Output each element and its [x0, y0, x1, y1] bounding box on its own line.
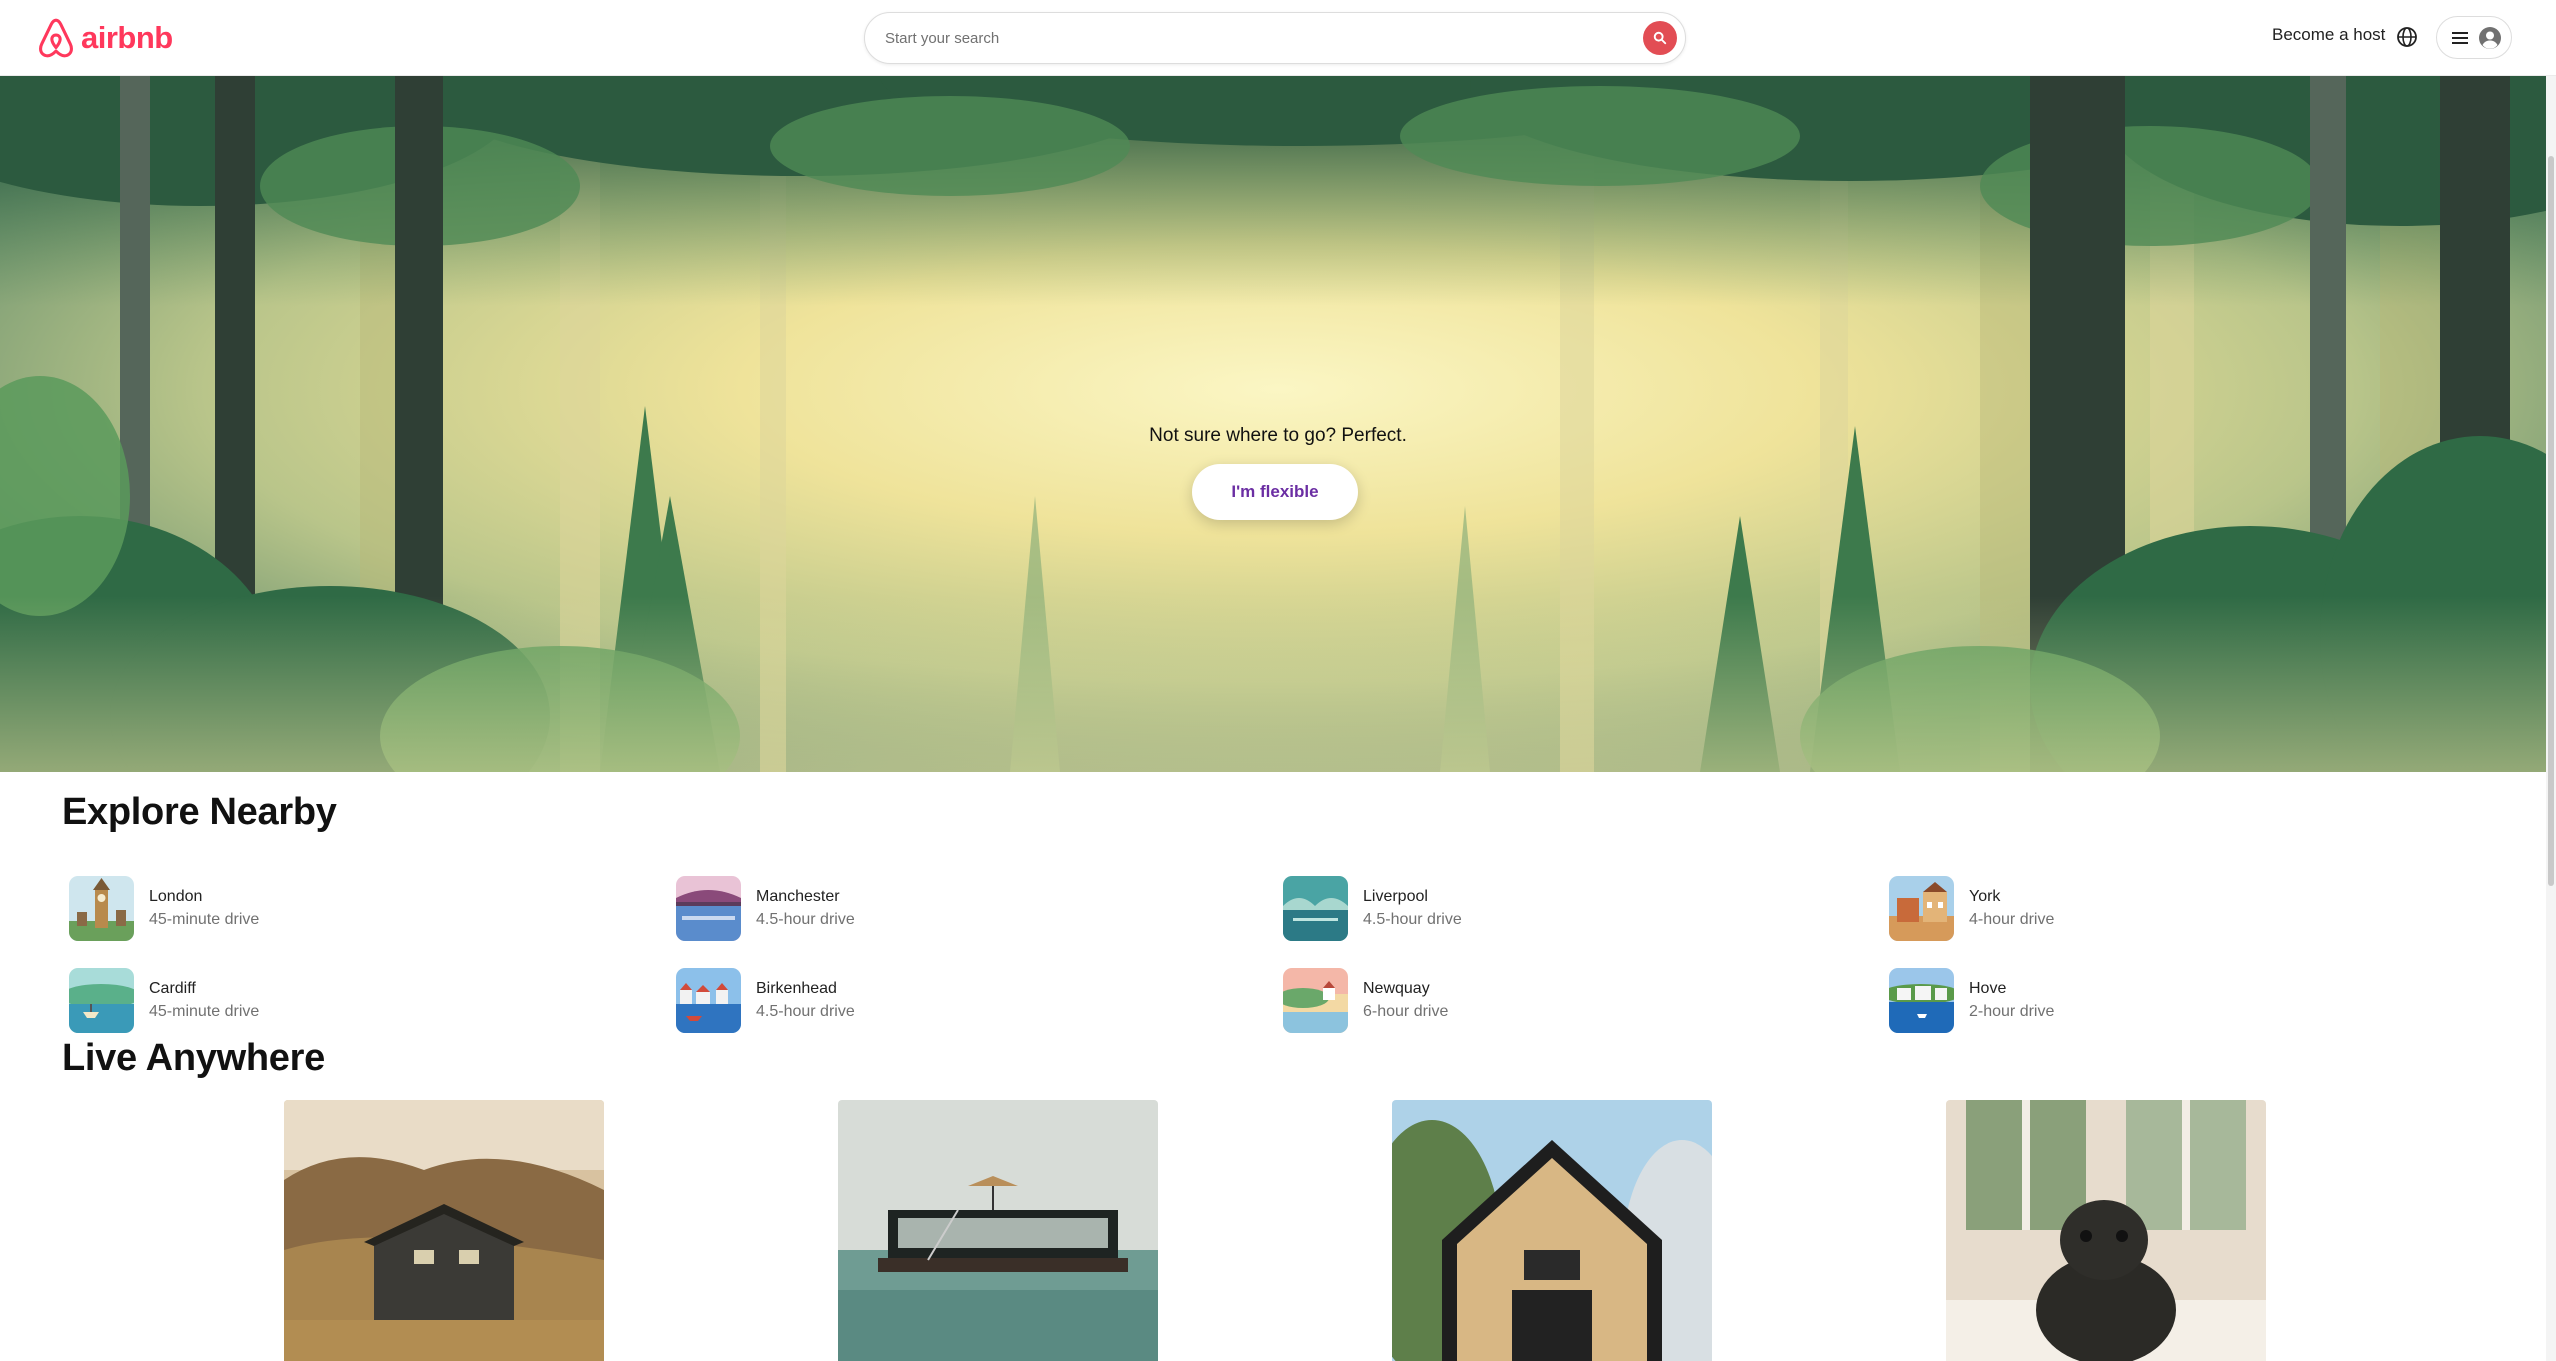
- top-nav: airbnb Become a host: [0, 0, 2556, 76]
- newquay-thumbnail: [1283, 968, 1348, 1033]
- nearby-item-liverpool[interactable]: Liverpool 4.5-hour drive: [1283, 876, 1843, 941]
- nearby-city-name: Cardiff: [149, 979, 196, 997]
- cardiff-thumbnail: [69, 968, 134, 1033]
- nearby-drive-time: 4.5-hour drive: [756, 1002, 855, 1020]
- live-card-cabin[interactable]: [284, 1100, 604, 1361]
- nearby-drive-time: 4.5-hour drive: [756, 910, 855, 928]
- nearby-city-name: Manchester: [756, 887, 840, 905]
- im-flexible-button[interactable]: I'm flexible: [1192, 464, 1358, 520]
- logo-wordmark: airbnb: [81, 20, 173, 55]
- nearby-city-name: London: [149, 887, 203, 905]
- live-card-a-frame[interactable]: [1392, 1100, 1712, 1361]
- nearby-item-birkenhead[interactable]: Birkenhead 4.5-hour drive: [676, 968, 1236, 1033]
- menu-icon: [2452, 31, 2468, 44]
- page-scrollbar[interactable]: [2546, 76, 2556, 1361]
- live-card-houseboat[interactable]: [838, 1100, 1158, 1361]
- hove-thumbnail: [1889, 968, 1954, 1033]
- nearby-city-name: Liverpool: [1363, 887, 1428, 905]
- live-anywhere-heading: Live Anywhere: [62, 1037, 325, 1079]
- nearby-item-london[interactable]: London 45-minute drive: [69, 876, 629, 941]
- nearby-city-name: York: [1969, 887, 2001, 905]
- nearby-drive-time: 45-minute drive: [149, 910, 260, 928]
- globe-icon[interactable]: [2395, 25, 2419, 49]
- nearby-drive-time: 2-hour drive: [1969, 1002, 2055, 1020]
- nearby-item-hove[interactable]: Hove 2-hour drive: [1889, 968, 2449, 1033]
- airbnb-logo[interactable]: airbnb: [37, 17, 173, 59]
- nearby-city-name: Hove: [1969, 979, 2007, 997]
- nearby-drive-time: 45-minute drive: [149, 1002, 260, 1020]
- nearby-item-york[interactable]: York 4-hour drive: [1889, 876, 2449, 941]
- houseboat-on-water-image: [838, 1100, 1158, 1361]
- nearby-drive-time: 4.5-hour drive: [1363, 910, 1462, 928]
- york-thumbnail: [1889, 876, 1954, 941]
- profile-menu-button[interactable]: [2436, 16, 2512, 59]
- forest-hero-image: [0, 76, 2556, 772]
- live-card-pug[interactable]: [1946, 1100, 2266, 1361]
- nearby-city-name: Newquay: [1363, 979, 1430, 997]
- become-host-link[interactable]: Become a host: [2272, 25, 2385, 45]
- search-icon: [1653, 31, 1667, 45]
- nearby-item-manchester[interactable]: Manchester 4.5-hour drive: [676, 876, 1236, 941]
- liverpool-thumbnail: [1283, 876, 1348, 941]
- hero-tagline: Not sure where to go? Perfect.: [1149, 425, 1407, 446]
- birkenhead-thumbnail: [676, 968, 741, 1033]
- hero-banner: Not sure where to go? Perfect. I'm flexi…: [0, 76, 2556, 772]
- airbnb-logo-icon: [39, 18, 73, 58]
- nearby-item-newquay[interactable]: Newquay 6-hour drive: [1283, 968, 1843, 1033]
- search-bar[interactable]: [864, 12, 1686, 64]
- search-button[interactable]: [1643, 21, 1677, 55]
- scrollbar-thumb[interactable]: [2548, 156, 2554, 886]
- manchester-thumbnail: [676, 876, 741, 941]
- london-thumbnail: [69, 876, 134, 941]
- nearby-city-name: Birkenhead: [756, 979, 837, 997]
- cabin-on-hillside-image: [284, 1100, 604, 1361]
- nearby-drive-time: 6-hour drive: [1363, 1002, 1449, 1020]
- nearby-drive-time: 4-hour drive: [1969, 910, 2055, 928]
- a-frame-house-image: [1392, 1100, 1712, 1361]
- pug-on-bed-image: [1946, 1100, 2266, 1361]
- search-input[interactable]: [885, 29, 1585, 47]
- nearby-item-cardiff[interactable]: Cardiff 45-minute drive: [69, 968, 629, 1033]
- user-avatar-icon: [2479, 26, 2501, 49]
- explore-nearby-heading: Explore Nearby: [62, 791, 337, 833]
